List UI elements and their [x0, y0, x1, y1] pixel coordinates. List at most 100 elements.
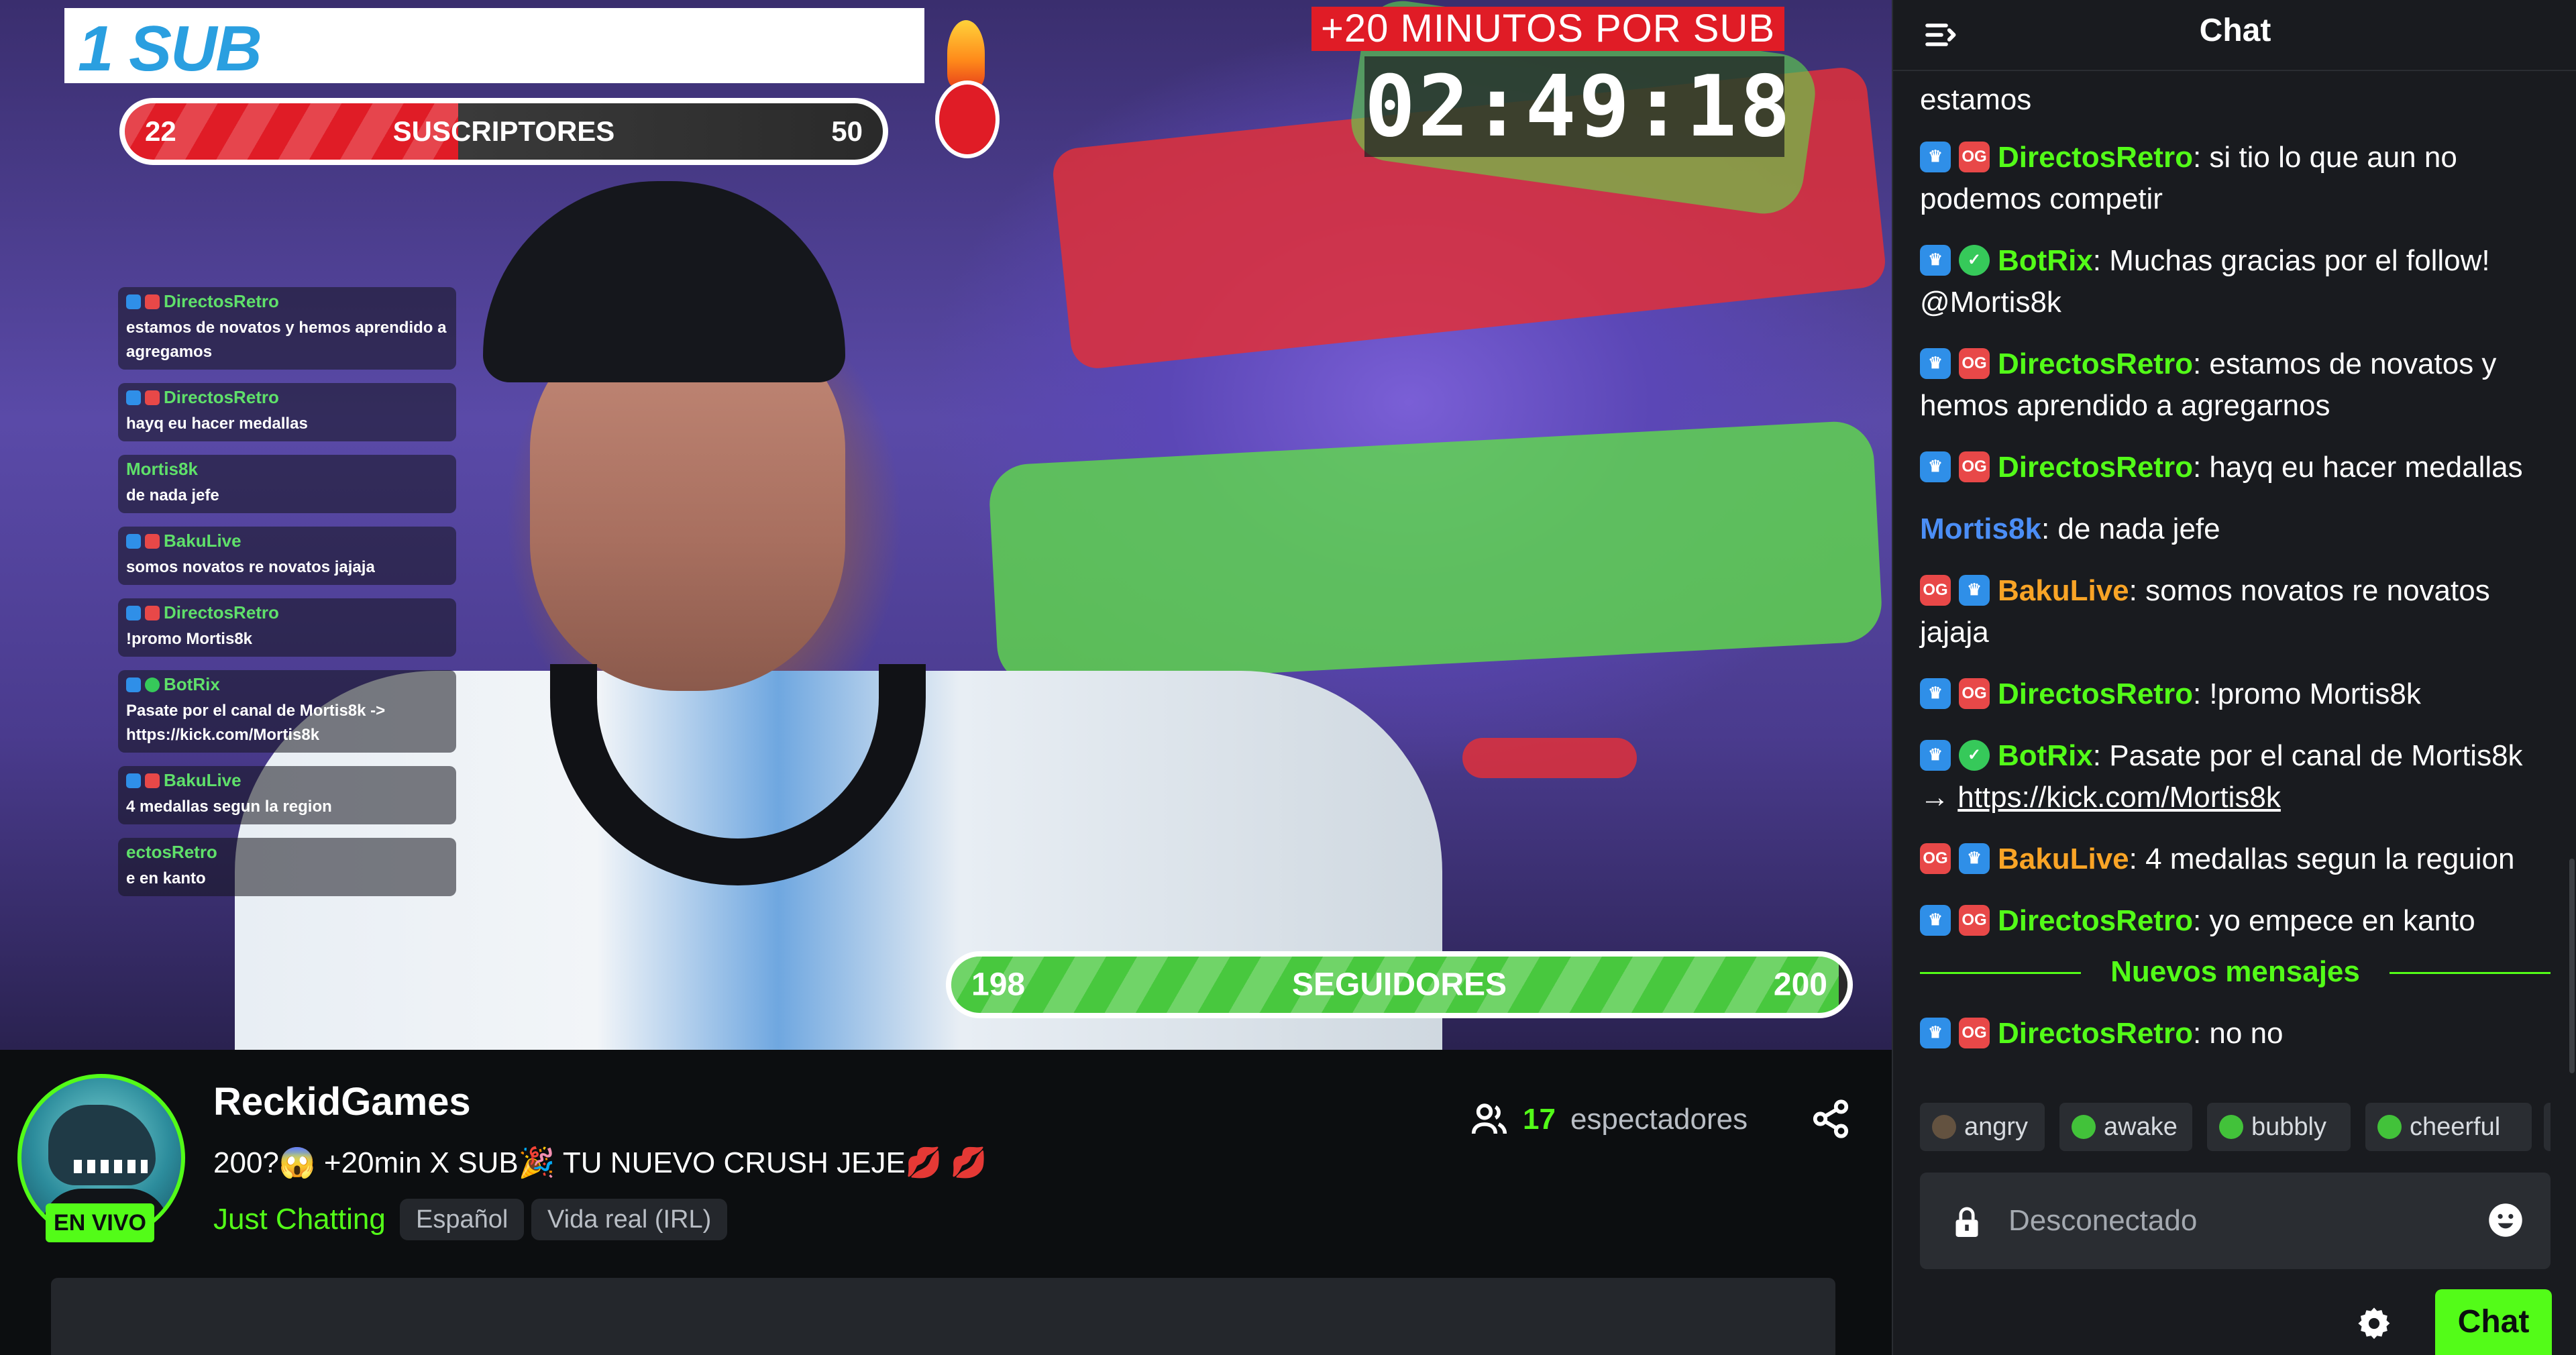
- about-panel: [51, 1278, 1835, 1355]
- chat-username[interactable]: DirectosRetro: [1998, 347, 2193, 380]
- og-badge-icon: OG: [1920, 843, 1951, 874]
- tag-irl[interactable]: Vida real (IRL): [531, 1199, 728, 1240]
- chat-separator: :: [2041, 512, 2058, 545]
- chat-message[interactable]: Mortis8k: de nada jefe: [1920, 508, 2544, 550]
- flame-drop-icon: [930, 20, 1004, 161]
- crown-badge-icon: [126, 390, 141, 405]
- fire-icon: [947, 20, 985, 87]
- followers-target: 200: [1773, 967, 1827, 1003]
- new-messages-divider[interactable]: Nuevos mensajes: [1920, 951, 2551, 993]
- chat-message[interactable]: ♛ OG DirectosRetro: estamos de novatos y h…: [1920, 343, 2544, 427]
- share-icon[interactable]: [1810, 1098, 1851, 1140]
- avatar-teeth: [74, 1160, 148, 1173]
- tag-language[interactable]: Español: [400, 1199, 525, 1240]
- chat-message[interactable]: estamos: [1920, 79, 2544, 121]
- overlay-chat-user: DirectosRetro: [126, 291, 448, 312]
- chat-input[interactable]: Desconectado: [1920, 1173, 2551, 1269]
- overlay-chat-text: hayq eu hacer medallas: [126, 415, 308, 433]
- emote-awake[interactable]: awake: [2059, 1103, 2192, 1151]
- crown-badge-icon: ♛: [1920, 905, 1951, 936]
- overlay-chat-username: DirectosRetro: [164, 602, 279, 622]
- chat-message[interactable]: OG ♛ BakuLive: somos novatos re novatos ja…: [1920, 570, 2544, 653]
- crown-badge-icon: ♛: [1920, 451, 1951, 482]
- new-messages-label: Nuevos mensajes: [2110, 955, 2360, 988]
- chat-username[interactable]: DirectosRetro: [1998, 451, 2193, 484]
- crown-badge-icon: [126, 533, 141, 549]
- crown-badge-icon: ♛: [1920, 1018, 1951, 1048]
- chat-separator: :: [2129, 574, 2146, 607]
- chat-username[interactable]: DirectosRetro: [1998, 678, 2193, 710]
- chat-message[interactable]: ♛ OG DirectosRetro: !promo Mortis8k: [1920, 673, 2544, 715]
- graffiti-wall-art: [987, 419, 1884, 688]
- crown-badge-icon: ♛: [1920, 348, 1951, 379]
- og-badge-icon: OG: [1959, 1018, 1990, 1048]
- emote-label: angry: [1964, 1113, 2029, 1141]
- sub-goal-title: 1 SUB: [78, 13, 262, 85]
- chat-text: estamos: [1920, 83, 2032, 116]
- verified-badge-icon: ✓: [1959, 245, 1990, 276]
- chat-username[interactable]: BotRix: [1998, 739, 2093, 772]
- stream-category[interactable]: Just Chatting: [213, 1203, 386, 1236]
- og-badge-icon: [145, 773, 160, 788]
- emote-bubbly[interactable]: bubbly: [2207, 1103, 2351, 1151]
- viewers-icon: [1471, 1103, 1507, 1134]
- emote-angry[interactable]: angry: [1920, 1103, 2045, 1151]
- subs-goal-bar: 22 SUSCRIPTORES 50: [119, 98, 888, 165]
- overlay-chat-message: BotRix Pasate por el canal de Mortis8k ->…: [118, 670, 456, 753]
- channel-name[interactable]: ReckidGames: [213, 1079, 471, 1124]
- chat-message[interactable]: ♛ ✓ BotRix: Muchas gracias por el follow! …: [1920, 240, 2544, 323]
- chat-scrollbar[interactable]: [2569, 859, 2575, 1073]
- chat-username[interactable]: DirectosRetro: [1998, 904, 2193, 937]
- overlay-chat-message: DirectosRetro hayq eu hacer medallas: [118, 383, 456, 441]
- chat-username[interactable]: DirectosRetro: [1998, 141, 2193, 174]
- og-badge-icon: OG: [1920, 575, 1951, 606]
- chat-message[interactable]: ♛ ✓ BotRix: Pasate por el canal de Mortis8…: [1920, 735, 2544, 818]
- chat-username[interactable]: DirectosRetro: [1998, 1017, 2193, 1050]
- verified-badge-icon: ✓: [1959, 740, 1990, 771]
- viewer-count: 17 espectadores: [1470, 1101, 1748, 1138]
- overlay-chat-username: DirectosRetro: [164, 387, 279, 407]
- followers-label: SEGUIDORES: [1291, 967, 1507, 1003]
- chat-username[interactable]: BakuLive: [1998, 843, 2129, 875]
- chat-username[interactable]: Mortis8k: [1920, 512, 2041, 545]
- subs-target: 50: [831, 115, 863, 147]
- chat-message[interactable]: ♛ OG DirectosRetro: hayq eu hacer medallas: [1920, 447, 2544, 488]
- chat-link[interactable]: https://kick.com/Mortis8k: [1957, 781, 2281, 814]
- viewers-label: espectadores: [1570, 1103, 1748, 1136]
- video-player[interactable]: 1 SUB 22 SUSCRIPTORES 50 +20 MINUTOS POR…: [0, 0, 1892, 1050]
- channel-info: EN VIVO ReckidGames 200?😱 +20min X SUB🎉 …: [0, 1050, 1892, 1355]
- stream-chat-overlay: DirectosRetro estamos de novatos y hemos …: [118, 287, 460, 910]
- emote-more[interactable]: [2544, 1103, 2551, 1151]
- chat-message[interactable]: ♛ OG DirectosRetro: yo empece en kanto: [1920, 900, 2544, 942]
- og-badge-icon: OG: [1959, 348, 1990, 379]
- overlay-chat-user: BotRix: [126, 674, 448, 695]
- overlay-chat-username: ectosRetro: [126, 842, 217, 862]
- overlay-chat-text: estamos de novatos y hemos aprendido a a…: [126, 319, 447, 361]
- send-chat-button[interactable]: Chat: [2435, 1289, 2552, 1355]
- angry-emote-icon: [1932, 1115, 1956, 1139]
- chat-messages[interactable]: estamos ♛ OG DirectosRetro: si tio lo que a…: [1893, 74, 2564, 1067]
- emote-suggestions: angry awake bubbly cheerful: [1920, 1103, 2551, 1151]
- crown-badge-icon: [126, 605, 141, 620]
- overlay-chat-username: BotRix: [164, 674, 220, 694]
- chat-separator: :: [2192, 1017, 2210, 1050]
- chat-input-placeholder: Desconectado: [2008, 1204, 2198, 1237]
- crown-badge-icon: ♛: [1920, 740, 1951, 771]
- chat-settings-gear-icon[interactable]: [2356, 1305, 2392, 1342]
- subathon-timer: 02:49:18: [1364, 56, 1793, 157]
- chat-text: de nada jefe: [2057, 512, 2220, 545]
- emote-cheerful[interactable]: cheerful: [2365, 1103, 2532, 1151]
- chat-message[interactable]: ♛ OG DirectosRetro: no no: [1920, 1013, 2544, 1054]
- overlay-chat-text: e en kanto: [126, 869, 206, 887]
- emoji-picker-icon[interactable]: [2487, 1202, 2524, 1238]
- avatar-dino: [48, 1105, 156, 1185]
- chat-message[interactable]: OG ♛ BakuLive: 4 medallas segun la reguion: [1920, 838, 2544, 880]
- chat-username[interactable]: BakuLive: [1998, 574, 2129, 607]
- chat-username[interactable]: BotRix: [1998, 244, 2093, 277]
- app-root: 1 SUB 22 SUSCRIPTORES 50 +20 MINUTOS POR…: [0, 0, 2576, 1355]
- chat-message[interactable]: ♛ OG DirectosRetro: si tio lo que aun no p…: [1920, 137, 2544, 220]
- graffiti-wall-art: [1462, 738, 1637, 778]
- chat-text: !promo Mortis8k: [2209, 678, 2421, 710]
- verified-badge-icon: [145, 677, 160, 692]
- overlay-chat-user: DirectosRetro: [126, 387, 448, 408]
